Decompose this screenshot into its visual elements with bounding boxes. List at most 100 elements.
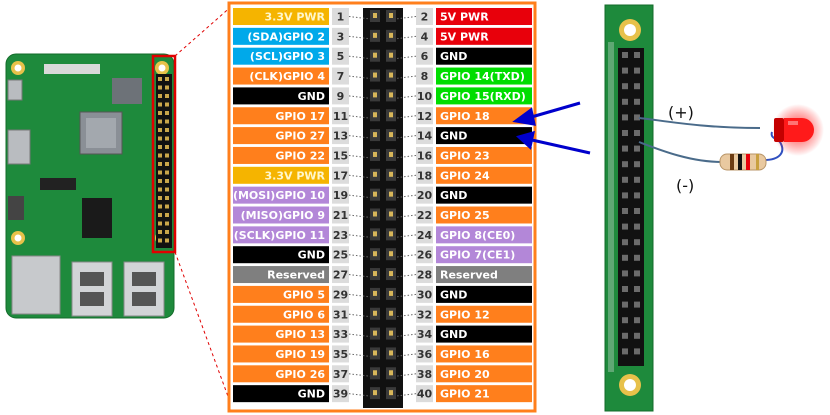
board-header-pin [165, 238, 169, 243]
pin-number: 5 [337, 50, 345, 63]
closeup-header-pin [622, 332, 628, 339]
closeup-header-pin [622, 52, 628, 58]
pin-number: 21 [333, 209, 348, 222]
pin-label: 5V PWR [440, 30, 489, 43]
closeup-header-pin [634, 83, 640, 90]
board-header-pin [165, 162, 169, 166]
pin-number: 6 [421, 50, 429, 63]
board-header-pin [158, 162, 162, 166]
board-header-pin [165, 128, 169, 132]
pin-number: 17 [333, 169, 348, 182]
board-header-pin [165, 85, 169, 90]
raspberry-pi-board-photo [5, 53, 177, 319]
closeup-header-pin [622, 83, 628, 90]
board-header-pin [165, 213, 169, 217]
pin-label: GPIO 23 [440, 149, 490, 162]
pin-label: GND [298, 90, 325, 103]
board-header-pin [158, 145, 162, 149]
board-header-pin [165, 221, 169, 226]
closeup-header-pin [634, 192, 640, 199]
pin-number: 7 [337, 70, 345, 83]
header-pin [373, 271, 377, 277]
pin-label: GPIO 27 [275, 130, 325, 143]
header-pin [389, 271, 393, 277]
pin-label: GPIO 19 [275, 348, 325, 361]
pin-number: 40 [417, 388, 433, 401]
header-pin [373, 390, 377, 396]
pin-number: 22 [417, 209, 432, 222]
minus-label: (-) [676, 176, 694, 195]
pin-number: 14 [417, 130, 433, 143]
pin-label: GPIO 6 [283, 308, 325, 321]
header-pin [373, 151, 377, 157]
pin-number: 11 [333, 110, 348, 123]
board-header-pin [158, 230, 162, 234]
closeup-header-pin [634, 239, 640, 246]
pin-number: 20 [417, 189, 433, 202]
board-header-pin [165, 111, 169, 115]
pin-label: 5V PWR [440, 11, 489, 24]
header-pin [389, 370, 393, 376]
board-header-pin [165, 187, 169, 192]
closeup-header-pin [622, 176, 628, 183]
pin-label: GPIO 5 [283, 288, 325, 301]
pin-label: GPIO 18 [440, 110, 490, 123]
pin-label: (CLK)GPIO 4 [249, 70, 325, 83]
closeup-header-pin [622, 223, 628, 230]
pin-label: GND [440, 189, 467, 202]
header-pin [389, 290, 393, 296]
pin-number: 4 [421, 30, 429, 43]
board-header-pin [165, 119, 169, 124]
header-pin [373, 132, 377, 138]
board-header-pin [158, 102, 162, 107]
closeup-header-pin [634, 348, 640, 355]
header-pin [389, 92, 393, 98]
header-pin [373, 330, 377, 336]
pin-number: 13 [333, 130, 348, 143]
closeup-header-pin [622, 301, 628, 308]
pin-number: 1 [337, 11, 345, 24]
pin-label: GND [440, 288, 467, 301]
board-header-pin [158, 238, 162, 243]
board-header-pin [158, 119, 162, 124]
header-pin [389, 390, 393, 396]
board-header-pin [165, 153, 169, 158]
header-pin [389, 52, 393, 58]
header-pin [373, 350, 377, 356]
board-header-pin [158, 77, 162, 81]
pin-number: 15 [333, 149, 348, 162]
pin-number: 23 [333, 229, 348, 242]
header-pin [373, 310, 377, 316]
pin-label: GND [440, 328, 467, 341]
pin-number: 37 [333, 368, 348, 381]
pin-label: Reserved [267, 269, 325, 282]
pin-label: (SCL)GPIO 3 [250, 50, 325, 63]
board-header-pin [165, 170, 169, 175]
closeup-header-pin [634, 254, 640, 261]
pin-number: 36 [417, 348, 433, 361]
header-closeup [604, 4, 654, 412]
pin-label: GND [298, 388, 325, 401]
pin-label: GPIO 7(CE1) [440, 249, 515, 262]
pin-label: GPIO 17 [275, 110, 325, 123]
board-header-pin [158, 204, 162, 209]
header-pin [373, 191, 377, 197]
closeup-header-pin [622, 114, 628, 121]
board-header-pin [165, 136, 169, 141]
header-pin [389, 330, 393, 336]
pin-number: 32 [417, 308, 432, 321]
led-icon [772, 104, 824, 156]
board-header-pin [158, 153, 162, 158]
pin-label: GPIO 13 [275, 328, 325, 341]
header-pin [373, 290, 377, 296]
header-pin [373, 211, 377, 217]
pin-label: (MISO)GPIO 9 [241, 209, 325, 222]
pin-label: (SCLK)GPIO 11 [234, 229, 325, 242]
closeup-header-pin [634, 161, 640, 168]
header-pin [389, 112, 393, 118]
board-header-pin [158, 213, 162, 217]
header-pin [373, 370, 377, 376]
pin-label: GPIO 24 [440, 169, 490, 182]
header-pin [389, 32, 393, 38]
board-header-pin [165, 145, 169, 149]
